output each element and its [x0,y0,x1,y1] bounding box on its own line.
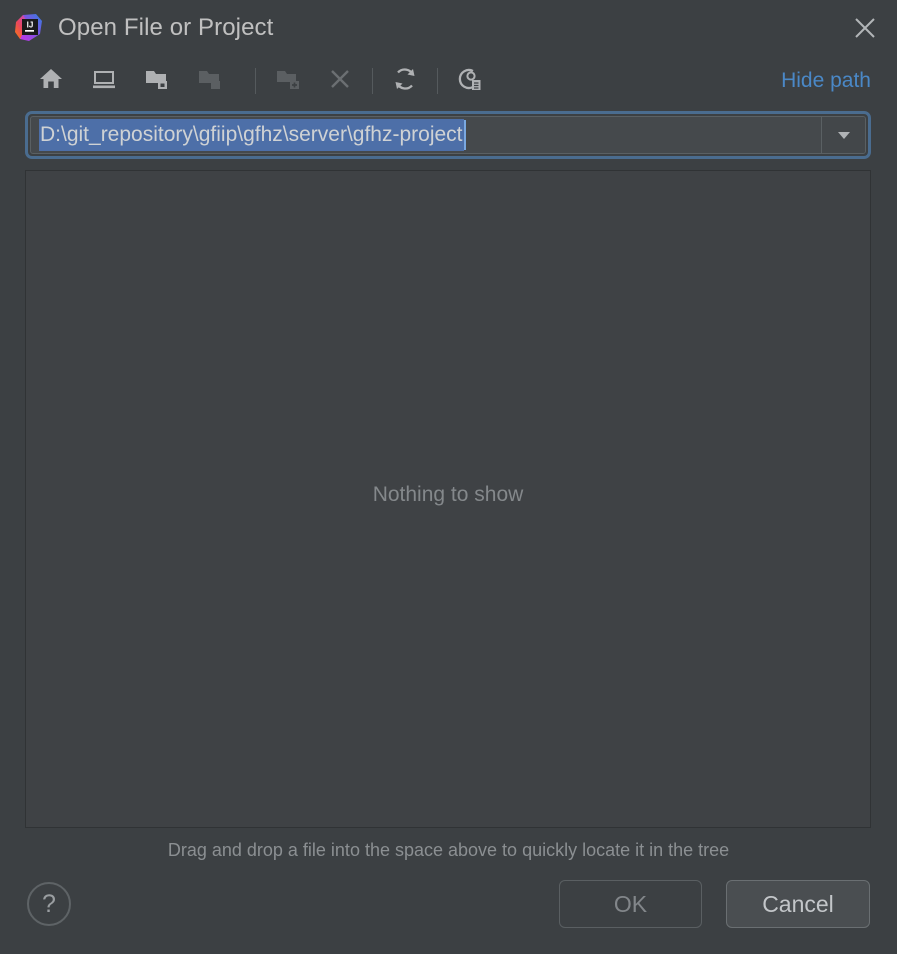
toolbar-separator-2 [372,68,373,94]
ok-button[interactable]: OK [559,880,702,928]
delete-icon [327,66,353,97]
delete-button [320,61,360,101]
desktop-button[interactable] [84,61,124,101]
new-folder-icon [275,66,301,97]
title-bar: IJ Open File or Project [0,0,897,55]
folder-up-button[interactable] [137,61,177,101]
file-tree-wrapper: Nothing to show [0,163,897,828]
toolbar-separator-3 [437,68,438,94]
path-field-row: D:\git_repository\gfiip\gfhz\server\gfhz… [0,107,897,163]
path-combobox[interactable]: D:\git_repository\gfiip\gfhz\server\gfhz… [30,116,866,154]
dialog-footer: ? OK Cancel [0,872,897,954]
hide-path-link[interactable]: Hide path [781,69,873,93]
close-icon [852,15,878,41]
intellij-idea-logo: IJ [14,13,44,43]
show-hidden-files-button[interactable] [450,61,490,101]
path-input[interactable]: D:\git_repository\gfiip\gfhz\server\gfhz… [31,117,821,153]
path-field-focus-ring: D:\git_repository\gfiip\gfhz\server\gfhz… [25,111,871,159]
close-button[interactable] [833,0,897,55]
navigation-toolbar: Hide path [0,55,897,107]
drag-drop-hint: Drag and drop a file into the space abov… [167,839,730,860]
dialog-title: Open File or Project [58,13,274,41]
home-icon [38,66,64,97]
home-button[interactable] [31,61,71,101]
show-hidden-icon [457,66,483,97]
chevron-down-icon [834,125,854,145]
empty-state-message: Nothing to show [372,483,524,506]
path-dropdown-button[interactable] [821,117,865,153]
file-tree-panel[interactable]: Nothing to show [25,170,871,828]
svg-text:IJ: IJ [27,20,34,29]
project-folder-button [190,61,230,101]
path-input-value: D:\git_repository\gfiip\gfhz\server\gfhz… [39,119,464,151]
text-caret [463,120,466,150]
folder-up-icon [144,66,170,97]
refresh-icon [392,66,418,97]
cancel-button[interactable]: Cancel [726,880,870,928]
desktop-icon [91,66,117,97]
toolbar-separator-1 [255,68,256,94]
refresh-button[interactable] [385,61,425,101]
help-button[interactable]: ? [27,882,71,926]
open-file-or-project-dialog: IJ Open File or Project Hide path D:\git… [0,0,897,954]
folder-icon [197,66,223,97]
new-folder-button [268,61,308,101]
